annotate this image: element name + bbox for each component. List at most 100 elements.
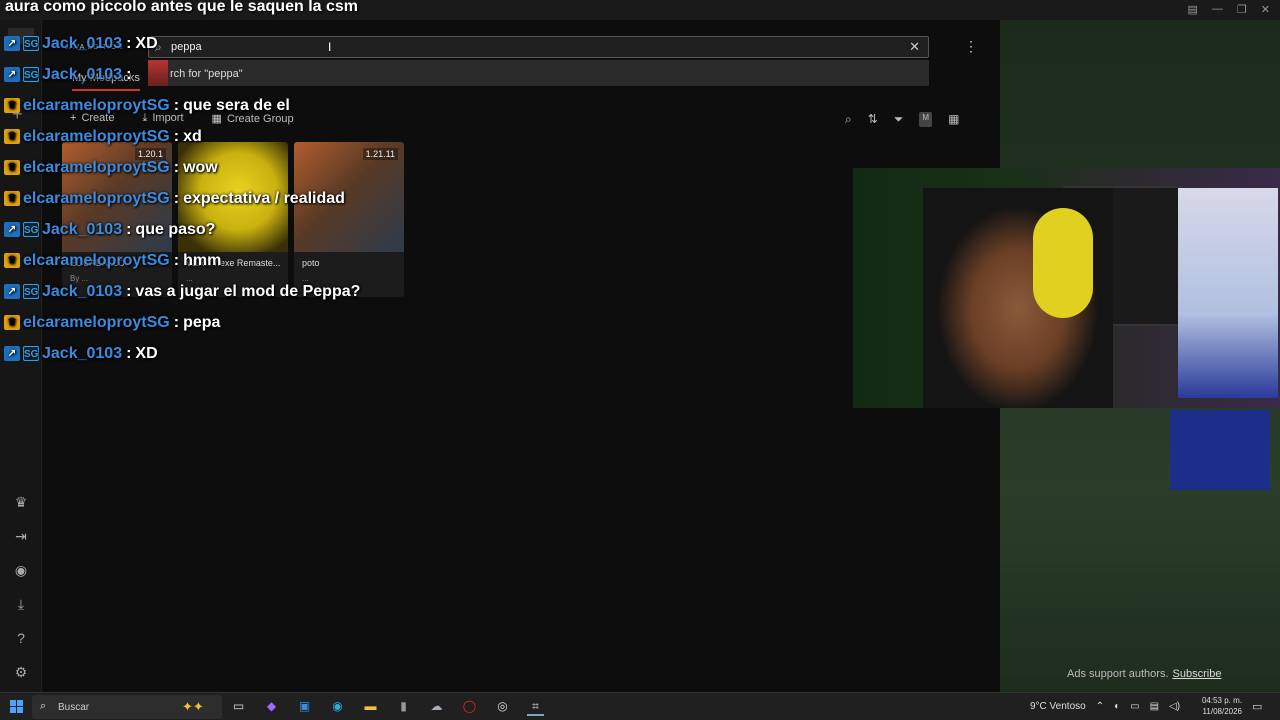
crown-badge-icon: ♛	[4, 253, 20, 268]
webcam-overlay	[853, 168, 1280, 408]
crown-badge-icon: ♛	[4, 191, 20, 206]
taskbar-search-label: Buscar	[58, 702, 90, 713]
sg-badge-icon: SG	[23, 346, 39, 361]
chat-user: Jack_0103	[42, 220, 123, 238]
discord-icon[interactable]: ◉	[13, 562, 29, 578]
network-icon[interactable]: ▤	[1150, 701, 1159, 712]
taskbar-search[interactable]: ⌕ Buscar ✦✦	[32, 695, 222, 719]
sg-badge-icon: SG	[23, 222, 39, 237]
chat-user: Jack_0103	[42, 282, 123, 300]
chat-text: hmm	[183, 251, 222, 269]
chat-message: ♛ elcarameloproytSG: que sera de el	[4, 90, 360, 121]
discord-icon[interactable]: ☁	[428, 699, 445, 716]
sg-badge-icon: SG	[23, 67, 39, 82]
crown-badge-icon: ♛	[4, 315, 20, 330]
download-icon[interactable]: ⤓	[13, 596, 29, 612]
minimize-button[interactable]: —	[1212, 3, 1223, 16]
crown-icon[interactable]: ♛	[13, 494, 29, 510]
taskbar-clock[interactable]: 04:53 p. m. 11/08/2026	[1200, 695, 1242, 717]
crown-badge-icon: ♛	[4, 98, 20, 113]
taskbar-apps: ▭ ◆ ▣ ◉ ▬ ▮ ☁ ◯ ◎ ⌗	[230, 699, 544, 716]
prime-badge-icon: ↗	[4, 222, 20, 237]
tray-chevron-icon[interactable]: ⌃	[1096, 701, 1104, 712]
crown-badge-icon: ♛	[4, 129, 20, 144]
chat-message: ♛ elcarameloproytSG: hmm	[4, 245, 360, 276]
chat-message: ↗ SG Jack_0103: XD	[4, 338, 360, 369]
prime-badge-icon: ↗	[4, 36, 20, 51]
chat-text: pepa	[183, 313, 221, 331]
headset	[1033, 208, 1093, 318]
chat-text: que paso?	[135, 220, 216, 238]
volume-icon[interactable]: ◁)	[1169, 701, 1180, 712]
chat-message: ↗ SG Jack_0103: que paso?	[4, 214, 360, 245]
search-icon[interactable]: ⌕	[845, 112, 852, 127]
crown-badge-icon: ♛	[4, 160, 20, 175]
microphone-icon[interactable]: ▮	[395, 699, 412, 716]
screen: ▤ — ❐ ✕ aura como piccolo antes que le s…	[0, 0, 1280, 720]
battery-icon[interactable]: ▭	[1130, 701, 1139, 712]
chat-user: elcarameloproytSG	[23, 313, 170, 331]
window-controls: ▤ — ❐ ✕	[1188, 3, 1271, 16]
plush-toy	[1178, 188, 1278, 398]
filter-icon[interactable]: ⏷	[894, 112, 904, 127]
close-icon[interactable]: ✕	[909, 39, 920, 55]
launcher-app-icon[interactable]: ⌗	[527, 699, 544, 716]
opera-icon[interactable]: ◯	[461, 699, 478, 716]
sg-badge-icon: SG	[23, 284, 39, 299]
chat-user: elcarameloproytSG	[23, 251, 170, 269]
ads-text: Ads support authors.	[1067, 668, 1169, 680]
more-options-icon[interactable]: ⋮	[964, 38, 978, 55]
layout-icon[interactable]: ▤	[1188, 3, 1198, 16]
chat-overlay: ↗ SG Jack_0103: XD ↗ SG Jack_0103: ♛ elcaramel…	[4, 28, 360, 369]
text-cursor-icon: I	[328, 40, 332, 54]
chat-message: ↗ SG Jack_0103: vas a jugar el mod de Peppa…	[4, 276, 360, 307]
chat-text: vas a jugar el mod de Peppa?	[135, 282, 361, 300]
chat-message: ↗ SG Jack_0103:	[4, 59, 360, 90]
chat-text: que sera de el	[183, 96, 290, 114]
chat-message: ♛ elcarameloproytSG: xd	[4, 121, 360, 152]
weather-widget[interactable]: 9°C Ventoso	[1030, 701, 1086, 712]
store-icon[interactable]: ▣	[296, 699, 313, 716]
maximize-button[interactable]: ❐	[1237, 3, 1247, 16]
chat-user: Jack_0103	[42, 344, 123, 362]
copilot-spark-icon: ✦✦	[182, 699, 204, 714]
copilot-icon[interactable]: ◆	[263, 699, 280, 716]
chat-message: ♛ elcarameloproytSG: pepa	[4, 307, 360, 338]
chrome-icon[interactable]: ◎	[494, 699, 511, 716]
chat-message: ↗ SG Jack_0103: XD	[4, 28, 360, 59]
prime-badge-icon: ↗	[4, 346, 20, 361]
windows-start-icon[interactable]	[10, 700, 23, 713]
chat-text: XD	[135, 34, 158, 52]
stream-banner: aura como piccolo antes que le saquen la…	[5, 0, 359, 15]
mode-badge[interactable]: M	[919, 112, 933, 127]
task-view-icon[interactable]: ▭	[230, 699, 247, 716]
chat-user: elcarameloproytSG	[23, 158, 170, 176]
chat-text: XD	[135, 344, 158, 362]
chat-message: ♛ elcarameloproytSG: wow	[4, 152, 360, 183]
chat-user: Jack_0103	[42, 65, 123, 83]
folder-icon[interactable]: ▬	[362, 699, 379, 716]
system-tray: 9°C Ventoso ⌃ ◐ ▭ ▤ ◁)	[1030, 701, 1180, 712]
edge-icon[interactable]: ◉	[329, 699, 346, 716]
help-icon[interactable]: ?	[13, 630, 29, 646]
chat-text: expectativa / realidad	[183, 189, 345, 207]
subscribe-link[interactable]: Subscribe	[1173, 668, 1222, 680]
grid-view-icon[interactable]: ▦	[948, 112, 959, 127]
tray-app-icon[interactable]: ◐	[1114, 701, 1120, 712]
chat-user: elcarameloproytSG	[23, 127, 170, 145]
game-block	[1170, 410, 1270, 490]
gear-icon[interactable]: ⚙	[13, 664, 29, 680]
ads-notice: Ads support authors. Subscribe	[1067, 668, 1221, 680]
sort-icon[interactable]: ⇅	[868, 112, 878, 127]
taskbar: ⌕ Buscar ✦✦ ▭ ◆ ▣ ◉ ▬ ▮ ☁ ◯ ◎ ⌗ 9°C Vent…	[0, 692, 1280, 720]
view-tools: ⌕ ⇅ ⏷ M ▦	[845, 112, 959, 127]
sg-badge-icon: SG	[23, 36, 39, 51]
clock-date: 11/08/2026	[1202, 707, 1242, 716]
chat-user: Jack_0103	[42, 34, 123, 52]
chat-text: xd	[183, 127, 202, 145]
notification-icon[interactable]: ▭	[1252, 700, 1262, 713]
login-icon[interactable]: ⇥	[13, 528, 29, 544]
chat-message: ♛ elcarameloproytSG: expectativa / realida…	[4, 183, 360, 214]
chat-user: elcarameloproytSG	[23, 189, 170, 207]
close-window-button[interactable]: ✕	[1261, 3, 1270, 16]
